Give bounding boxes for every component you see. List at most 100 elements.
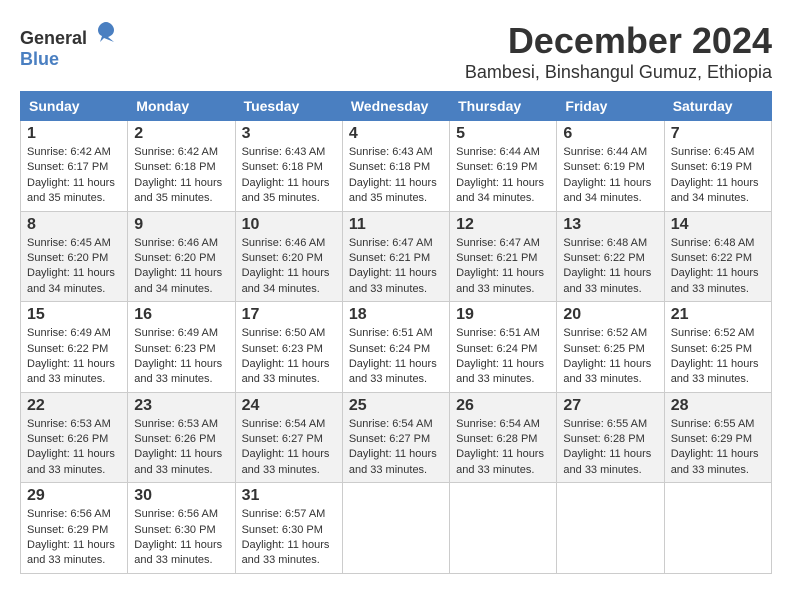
day-info: Sunrise: 6:47 AMSunset: 6:21 PMDaylight:… xyxy=(349,236,443,298)
day-number: 11 xyxy=(349,216,443,234)
day-info: Sunrise: 6:53 AMSunset: 6:26 PMDaylight:… xyxy=(134,417,228,479)
day-number: 19 xyxy=(456,306,550,324)
calendar-cell xyxy=(557,483,664,574)
day-number: 1 xyxy=(27,125,121,143)
calendar-cell xyxy=(450,483,557,574)
day-info: Sunrise: 6:46 AMSunset: 6:20 PMDaylight:… xyxy=(134,236,228,298)
day-number: 8 xyxy=(27,216,121,234)
calendar-cell: 28 Sunrise: 6:55 AMSunset: 6:29 PMDayligh… xyxy=(664,392,771,483)
day-info: Sunrise: 6:52 AMSunset: 6:25 PMDaylight:… xyxy=(563,326,657,388)
day-info: Sunrise: 6:44 AMSunset: 6:19 PMDaylight:… xyxy=(456,145,550,207)
day-number: 28 xyxy=(671,397,765,415)
calendar-cell: 30Sunrise: 6:56 AMSunset: 6:30 PMDayligh… xyxy=(128,483,235,574)
day-info: Sunrise: 6:55 AMSunset: 6:28 PMDaylight:… xyxy=(563,417,657,479)
day-info: Sunrise: 6:43 AMSunset: 6:18 PMDaylight:… xyxy=(349,145,443,207)
day-number: 30 xyxy=(134,487,228,505)
day-info: Sunrise: 6:50 AMSunset: 6:23 PMDaylight:… xyxy=(242,326,336,388)
header-day-tuesday: Tuesday xyxy=(235,92,342,121)
day-number: 26 xyxy=(456,397,550,415)
day-number: 13 xyxy=(563,216,657,234)
calendar-cell: 3Sunrise: 6:43 AMSunset: 6:18 PMDaylight… xyxy=(235,121,342,212)
title-section: December 2024 Bambesi, Binshangul Gumuz,… xyxy=(465,20,772,83)
day-number: 4 xyxy=(349,125,443,143)
day-info: Sunrise: 6:44 AMSunset: 6:19 PMDaylight:… xyxy=(563,145,657,207)
day-number: 18 xyxy=(349,306,443,324)
logo: General Blue xyxy=(20,20,118,70)
day-info: Sunrise: 6:55 AMSunset: 6:29 PMDaylight:… xyxy=(671,417,765,479)
day-info: Sunrise: 6:53 AMSunset: 6:26 PMDaylight:… xyxy=(27,417,121,479)
day-number: 20 xyxy=(563,306,657,324)
calendar-week-4: 22 Sunrise: 6:53 AMSunset: 6:26 PMDayligh… xyxy=(21,392,772,483)
header-day-monday: Monday xyxy=(128,92,235,121)
calendar-cell: 15 Sunrise: 6:49 AMSunset: 6:22 PMDayligh… xyxy=(21,302,128,393)
calendar-cell xyxy=(342,483,449,574)
day-info: Sunrise: 6:56 AMSunset: 6:29 PMDaylight:… xyxy=(27,507,121,569)
day-number: 5 xyxy=(456,125,550,143)
day-number: 9 xyxy=(134,216,228,234)
calendar-week-5: 29 Sunrise: 6:56 AMSunset: 6:29 PMDayligh… xyxy=(21,483,772,574)
day-number: 24 xyxy=(242,397,336,415)
day-info: Sunrise: 6:52 AMSunset: 6:25 PMDaylight:… xyxy=(671,326,765,388)
day-number: 15 xyxy=(27,306,121,324)
header-day-wednesday: Wednesday xyxy=(342,92,449,121)
calendar-cell: 14Sunrise: 6:48 AMSunset: 6:22 PMDayligh… xyxy=(664,211,771,302)
calendar-cell: 31Sunrise: 6:57 AMSunset: 6:30 PMDayligh… xyxy=(235,483,342,574)
calendar-cell xyxy=(664,483,771,574)
day-number: 17 xyxy=(242,306,336,324)
calendar-cell: 16Sunrise: 6:49 AMSunset: 6:23 PMDayligh… xyxy=(128,302,235,393)
calendar-cell: 20 Sunrise: 6:52 AMSunset: 6:25 PMDayligh… xyxy=(557,302,664,393)
calendar-cell: 7 Sunrise: 6:45 AMSunset: 6:19 PMDaylight… xyxy=(664,121,771,212)
day-number: 22 xyxy=(27,397,121,415)
day-info: Sunrise: 6:42 AMSunset: 6:17 PMDaylight:… xyxy=(27,145,121,207)
day-info: Sunrise: 6:51 AMSunset: 6:24 PMDaylight:… xyxy=(456,326,550,388)
day-info: Sunrise: 6:42 AMSunset: 6:18 PMDaylight:… xyxy=(134,145,228,207)
header-day-sunday: Sunday xyxy=(21,92,128,121)
day-number: 10 xyxy=(242,216,336,234)
day-info: Sunrise: 6:45 AMSunset: 6:19 PMDaylight:… xyxy=(671,145,765,207)
day-info: Sunrise: 6:49 AMSunset: 6:23 PMDaylight:… xyxy=(134,326,228,388)
day-info: Sunrise: 6:48 AMSunset: 6:22 PMDaylight:… xyxy=(563,236,657,298)
day-info: Sunrise: 6:46 AMSunset: 6:20 PMDaylight:… xyxy=(242,236,336,298)
calendar-header-row: SundayMondayTuesdayWednesdayThursdayFrid… xyxy=(21,92,772,121)
logo-bird-icon xyxy=(94,20,118,44)
calendar-cell: 29 Sunrise: 6:56 AMSunset: 6:29 PMDayligh… xyxy=(21,483,128,574)
calendar-cell: 18 Sunrise: 6:51 AMSunset: 6:24 PMDayligh… xyxy=(342,302,449,393)
calendar-cell: 6 Sunrise: 6:44 AMSunset: 6:19 PMDaylight… xyxy=(557,121,664,212)
logo-blue: Blue xyxy=(20,49,59,69)
day-info: Sunrise: 6:45 AMSunset: 6:20 PMDaylight:… xyxy=(27,236,121,298)
logo-general: General xyxy=(20,28,87,48)
calendar-cell: 9 Sunrise: 6:46 AMSunset: 6:20 PMDaylight… xyxy=(128,211,235,302)
day-info: Sunrise: 6:51 AMSunset: 6:24 PMDaylight:… xyxy=(349,326,443,388)
calendar-cell: 12Sunrise: 6:47 AMSunset: 6:21 PMDayligh… xyxy=(450,211,557,302)
day-number: 7 xyxy=(671,125,765,143)
day-number: 12 xyxy=(456,216,550,234)
logo-text: General Blue xyxy=(20,20,118,70)
day-number: 25 xyxy=(349,397,443,415)
day-info: Sunrise: 6:54 AMSunset: 6:27 PMDaylight:… xyxy=(349,417,443,479)
day-number: 3 xyxy=(242,125,336,143)
calendar-cell: 4 Sunrise: 6:43 AMSunset: 6:18 PMDaylight… xyxy=(342,121,449,212)
calendar-cell: 8 Sunrise: 6:45 AMSunset: 6:20 PMDaylight… xyxy=(21,211,128,302)
header-day-friday: Friday xyxy=(557,92,664,121)
calendar-table: SundayMondayTuesdayWednesdayThursdayFrid… xyxy=(20,91,772,574)
day-number: 23 xyxy=(134,397,228,415)
header-day-thursday: Thursday xyxy=(450,92,557,121)
day-info: Sunrise: 6:54 AMSunset: 6:27 PMDaylight:… xyxy=(242,417,336,479)
calendar-cell: 27 Sunrise: 6:55 AMSunset: 6:28 PMDayligh… xyxy=(557,392,664,483)
day-number: 14 xyxy=(671,216,765,234)
calendar-cell: 10 Sunrise: 6:46 AMSunset: 6:20 PMDayligh… xyxy=(235,211,342,302)
calendar-cell: 21Sunrise: 6:52 AMSunset: 6:25 PMDayligh… xyxy=(664,302,771,393)
day-number: 27 xyxy=(563,397,657,415)
day-number: 29 xyxy=(27,487,121,505)
calendar-week-3: 15 Sunrise: 6:49 AMSunset: 6:22 PMDayligh… xyxy=(21,302,772,393)
day-info: Sunrise: 6:49 AMSunset: 6:22 PMDaylight:… xyxy=(27,326,121,388)
calendar-cell: 5 Sunrise: 6:44 AMSunset: 6:19 PMDaylight… xyxy=(450,121,557,212)
calendar-cell: 2Sunrise: 6:42 AMSunset: 6:18 PMDaylight… xyxy=(128,121,235,212)
day-info: Sunrise: 6:57 AMSunset: 6:30 PMDaylight:… xyxy=(242,507,336,569)
calendar-cell: 26Sunrise: 6:54 AMSunset: 6:28 PMDayligh… xyxy=(450,392,557,483)
calendar-cell: 19 Sunrise: 6:51 AMSunset: 6:24 PMDayligh… xyxy=(450,302,557,393)
location-title: Bambesi, Binshangul Gumuz, Ethiopia xyxy=(465,62,772,83)
day-number: 6 xyxy=(563,125,657,143)
calendar-week-2: 8 Sunrise: 6:45 AMSunset: 6:20 PMDaylight… xyxy=(21,211,772,302)
calendar-cell: 22 Sunrise: 6:53 AMSunset: 6:26 PMDayligh… xyxy=(21,392,128,483)
